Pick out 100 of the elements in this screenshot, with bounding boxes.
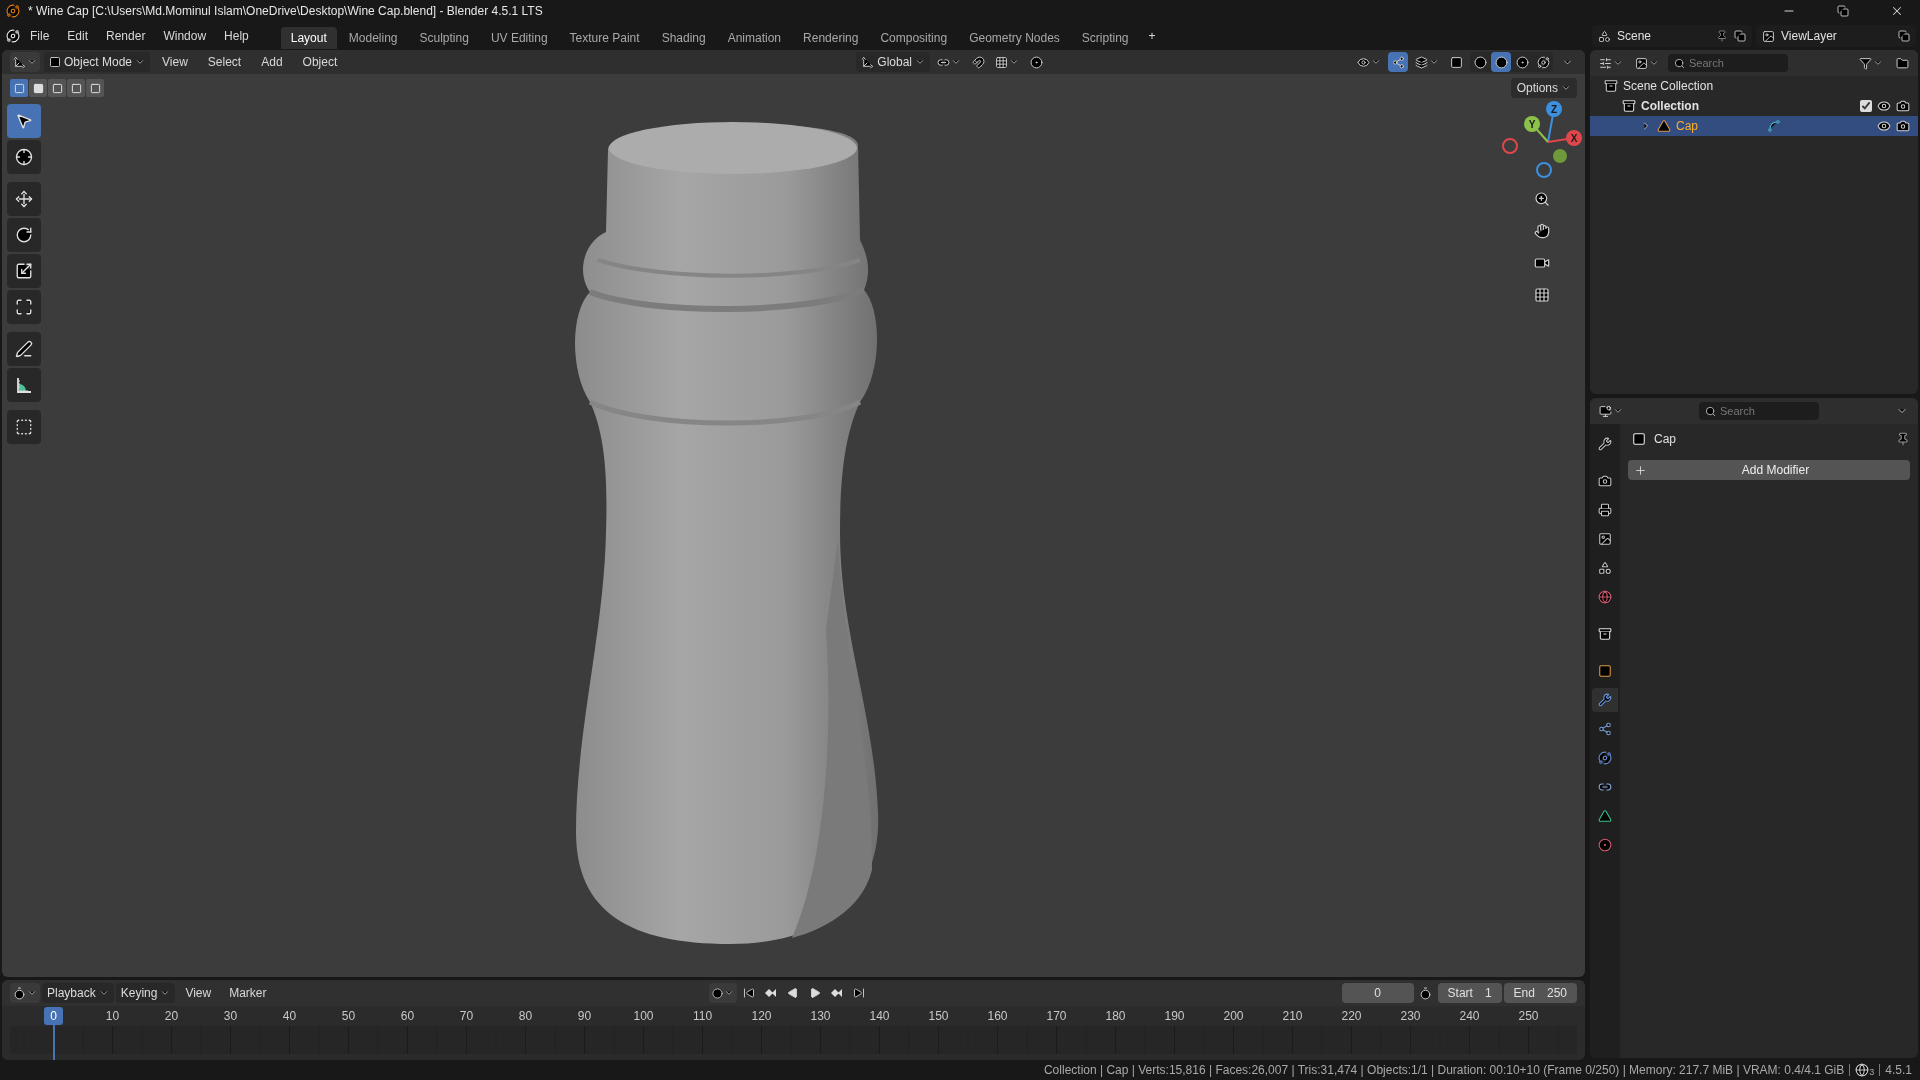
clock-icon — [13, 986, 26, 1000]
negative-axis-handle[interactable] — [1502, 138, 1518, 154]
editor-type-button[interactable] — [10, 983, 40, 1003]
selection-mode-button[interactable] — [86, 79, 104, 97]
menu-item[interactable]: Render — [98, 26, 154, 46]
search-input[interactable]: Search — [1689, 54, 1782, 72]
frame-number: 200 — [1222, 1008, 1245, 1025]
timeline-menu-item[interactable]: Marker — [221, 983, 275, 1003]
eye-icon[interactable] — [1877, 119, 1891, 133]
menu-item[interactable]: File — [22, 26, 58, 46]
outliner-item-label[interactable]: Collection — [1641, 99, 1746, 113]
playhead-frame[interactable]: 0 — [44, 1007, 63, 1025]
timeline-menu-item[interactable]: View — [177, 983, 220, 1003]
selected-row-highlight[interactable]: Cap — [1590, 116, 1918, 136]
workspace-tab[interactable]: Geometry Nodes — [959, 27, 1070, 49]
square-icon — [70, 82, 82, 94]
viewport-menu-item[interactable]: Add — [253, 52, 291, 72]
viewport-menu-item[interactable]: Select — [199, 52, 250, 72]
workspace-tab[interactable]: Sculpting — [409, 27, 479, 49]
camera-icon[interactable] — [1896, 99, 1910, 113]
timeline-menu-dropdown[interactable]: Playback — [42, 983, 114, 1003]
image-icon — [1762, 29, 1775, 43]
axis-handle[interactable]: X — [1547, 130, 1582, 146]
workspace-tab[interactable]: Modeling — [338, 27, 408, 49]
zoom-icon — [1534, 191, 1550, 207]
workspace-tab[interactable]: Animation — [717, 27, 792, 49]
outliner-item-label[interactable]: Scene Collection — [1623, 79, 1910, 93]
pen-icon — [15, 340, 33, 358]
tool-button[interactable] — [7, 332, 41, 366]
pin-icon — [1716, 30, 1728, 42]
gizmo-icon — [1391, 55, 1405, 69]
editor-type-button[interactable] — [10, 52, 40, 72]
outliner-search-field[interactable]: Search — [1668, 54, 1788, 72]
tool-button[interactable] — [7, 182, 41, 216]
frame-number: 110 — [691, 1008, 714, 1025]
orientation-dropdown[interactable]: Global — [856, 52, 930, 72]
tool-button[interactable] — [7, 368, 41, 402]
end-frame-field[interactable]: End 250 — [1503, 983, 1577, 1003]
workspace-tab[interactable]: Texture Paint — [559, 27, 650, 49]
magnet-icon — [971, 55, 985, 69]
play-icon — [808, 987, 821, 999]
viewport-menu-item[interactable]: Object — [294, 52, 346, 72]
workspace-tab[interactable]: UV Editing — [480, 27, 558, 49]
scene-selector[interactable]: Scene — [1592, 25, 1752, 47]
outliner-item-label[interactable]: Cap — [1676, 119, 1762, 133]
pin-icon[interactable] — [1896, 432, 1910, 446]
view-layer-selector[interactable]: ViewLayer — [1756, 25, 1916, 47]
square-icon — [51, 82, 63, 94]
auto-keying-button[interactable] — [708, 983, 737, 1003]
frame-number: 250 — [1517, 1008, 1540, 1025]
current-frame-field[interactable]: 0 — [1341, 983, 1414, 1003]
selection-mode-button[interactable] — [67, 79, 85, 97]
menu-item[interactable]: Help — [216, 26, 257, 46]
tool-button[interactable] — [7, 104, 41, 138]
tool-button[interactable] — [7, 140, 41, 174]
orbit-icon — [1598, 751, 1612, 765]
frame-number: 20 — [163, 1008, 180, 1025]
selection-mode-button[interactable] — [48, 79, 66, 97]
tool-button[interactable] — [7, 254, 41, 288]
tool-button[interactable] — [7, 218, 41, 252]
search-input[interactable]: Search — [1720, 402, 1813, 420]
workspace-tab[interactable]: Scripting — [1071, 27, 1139, 49]
exclude-checkbox[interactable] — [1860, 100, 1872, 112]
properties-search-field[interactable]: Search — [1699, 402, 1819, 420]
add-workspace-button[interactable]: + — [1140, 26, 1164, 46]
frame-number: 120 — [750, 1008, 773, 1025]
start-frame-field[interactable]: Start 1 — [1437, 983, 1502, 1003]
tool-button[interactable] — [7, 290, 41, 324]
viewport-menu-item[interactable]: View — [154, 52, 196, 72]
frame-number: 210 — [1281, 1008, 1304, 1025]
axes-icon — [861, 55, 875, 69]
frame-number: 150 — [927, 1008, 950, 1025]
negative-axis-handle[interactable] — [1553, 149, 1567, 163]
object-name: Cap — [1654, 432, 1677, 446]
caret-icon — [1561, 83, 1571, 93]
selection-mode-button[interactable] — [10, 79, 28, 97]
eye-icon[interactable] — [1877, 99, 1891, 113]
menu-item[interactable]: Edit — [59, 26, 97, 46]
tool-button[interactable] — [7, 410, 41, 444]
collection-icon — [1604, 79, 1618, 93]
caret-icon — [160, 988, 171, 998]
negative-axis-handle[interactable] — [1536, 162, 1552, 178]
mode-dropdown[interactable]: Object Mode — [44, 52, 151, 72]
timeline-menu-dropdown[interactable]: Keying — [115, 983, 176, 1003]
properties-tab[interactable] — [1592, 688, 1618, 712]
app-menu-icon[interactable] — [6, 29, 20, 43]
gizmo-toggle-button[interactable] — [1388, 52, 1408, 72]
selection-mode-button[interactable] — [29, 79, 47, 97]
axis-handle[interactable]: Z — [1546, 101, 1562, 143]
workspace-tab[interactable]: Compositing — [870, 27, 958, 49]
camera-icon[interactable] — [1896, 119, 1910, 133]
axis-handle[interactable]: Y — [1524, 116, 1549, 143]
menu-item[interactable]: Window — [155, 26, 215, 46]
workspace-tab[interactable]: Shading — [651, 27, 716, 49]
options-dropdown[interactable]: Options — [1510, 78, 1577, 98]
workspace-tab[interactable]: Layout — [280, 27, 337, 49]
shading-mode-button[interactable] — [1491, 52, 1511, 72]
workspace-tab[interactable]: Rendering — [793, 27, 869, 49]
add-modifier-button[interactable]: Add Modifier — [1628, 460, 1910, 480]
caret-icon — [915, 57, 925, 67]
